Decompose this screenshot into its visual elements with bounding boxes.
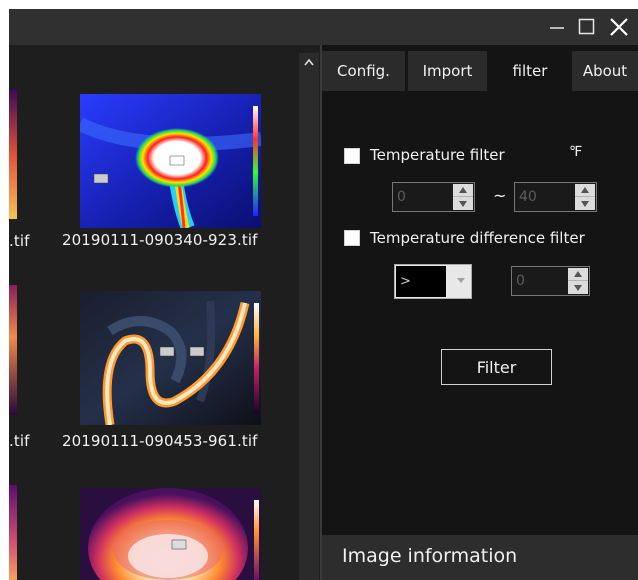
tab-filter[interactable]: filter [490, 51, 570, 91]
tab-import[interactable]: Import [408, 51, 487, 91]
caret-up-icon [574, 271, 582, 277]
operator-value: > [396, 266, 446, 297]
tab-bar: Config. Import filter About [322, 51, 638, 91]
chevron-up-icon [304, 58, 314, 66]
maximize-icon [578, 18, 595, 35]
difference-value-stepper[interactable] [568, 268, 588, 294]
close-button[interactable] [604, 9, 634, 45]
min-temperature-input[interactable]: 0 [392, 182, 475, 212]
minimize-icon [550, 27, 564, 29]
caret-down-icon [459, 200, 467, 207]
max-temperature-value: 40 [519, 189, 537, 205]
operator-select[interactable]: > [394, 264, 472, 299]
min-temperature-stepper[interactable] [453, 184, 473, 210]
filter-button[interactable]: Filter [441, 349, 552, 385]
thumbnail-partial-label: .tif [9, 232, 30, 250]
decrement-button[interactable] [575, 197, 595, 210]
min-temperature-value: 0 [397, 189, 406, 205]
thumbnail-gallery: .tif .tif 20190111-090340-923.tif 201901… [9, 45, 320, 580]
temperature-unit-label: ℉ [569, 144, 583, 160]
thumbnail-label: 20190111-090453-961.tif [62, 432, 258, 450]
caret-up-icon [459, 187, 467, 193]
thumbnail-image[interactable] [80, 488, 261, 580]
difference-value-input[interactable]: 0 [511, 266, 590, 296]
max-temperature-input[interactable]: 40 [514, 182, 597, 212]
app-window: .tif .tif 20190111-090340-923.tif 201901… [9, 9, 638, 580]
increment-button[interactable] [568, 268, 588, 281]
increment-button[interactable] [575, 184, 595, 197]
caret-up-icon [581, 187, 589, 193]
image-information-title: Image information [342, 545, 518, 567]
tab-config[interactable]: Config. [322, 51, 405, 91]
thumbnail-partial[interactable] [9, 285, 17, 415]
thumbnail-partial[interactable] [9, 485, 17, 580]
temperature-filter-label: Temperature filter [370, 146, 505, 164]
minimize-button[interactable] [542, 9, 572, 45]
thumbnail-image[interactable] [80, 291, 261, 425]
tab-about[interactable]: About [572, 51, 638, 91]
max-temperature-stepper[interactable] [575, 184, 595, 210]
chevron-down-icon [457, 278, 465, 283]
decrement-button[interactable] [568, 281, 588, 294]
thumbnail-label: 20190111-090340-923.tif [62, 231, 258, 249]
close-icon [610, 18, 628, 36]
thumbnail-image[interactable] [80, 94, 261, 228]
scroll-up-button[interactable] [299, 53, 319, 71]
temperature-filter-checkbox[interactable] [344, 148, 360, 164]
caret-down-icon [574, 284, 582, 291]
side-panel: Config. Import filter About Temperature … [322, 45, 638, 580]
image-information-header[interactable]: Image information [322, 535, 638, 580]
difference-value: 0 [516, 273, 525, 289]
difference-filter-checkbox[interactable] [344, 230, 360, 246]
decrement-button[interactable] [453, 197, 473, 210]
increment-button[interactable] [453, 184, 473, 197]
gallery-scrollbar[interactable] [299, 53, 319, 580]
difference-filter-label: Temperature difference filter [370, 229, 585, 247]
maximize-button[interactable] [572, 9, 602, 45]
caret-down-icon [581, 200, 589, 207]
thumbnail-partial[interactable] [9, 89, 17, 219]
thumbnail-partial-label: .tif [9, 432, 30, 450]
range-separator: ~ [493, 186, 507, 205]
title-bar [9, 9, 638, 45]
